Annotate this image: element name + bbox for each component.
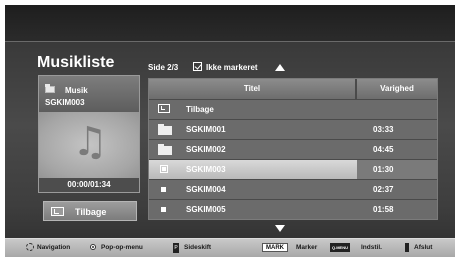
ok-button-icon bbox=[90, 244, 96, 250]
table-row[interactable]: SGKIM002 04:45 bbox=[149, 140, 437, 159]
top-divider bbox=[5, 41, 455, 42]
folder-label: Musik bbox=[65, 86, 88, 95]
file-icon bbox=[161, 207, 166, 212]
hint-settings: Indstil. bbox=[361, 244, 382, 251]
folder-icon bbox=[158, 144, 172, 155]
up-folder-icon bbox=[158, 104, 170, 113]
row-title: SGKIM002 bbox=[186, 145, 226, 154]
table-row[interactable]: SGKIM004 02:37 bbox=[149, 180, 437, 199]
scroll-down-icon[interactable] bbox=[275, 225, 285, 232]
hint-popup-menu: Pop-op-menu bbox=[101, 244, 143, 251]
mark-key-icon: MARK bbox=[262, 243, 288, 252]
table-row-back[interactable]: Tilbage bbox=[149, 100, 437, 119]
row-title: SGKIM003 bbox=[186, 165, 226, 174]
table-row-selected[interactable]: SGKIM003 01:30 bbox=[149, 160, 437, 179]
row-title-cell: SGKIM002 bbox=[149, 140, 355, 159]
now-playing-header: Musik SGKIM003 bbox=[39, 76, 139, 112]
screen: Musikliste Musik SGKIM003 ♫ 00:00/01:34 … bbox=[5, 5, 455, 257]
hint-navigation: Navigation bbox=[37, 244, 71, 251]
table-row[interactable]: SGKIM001 03:33 bbox=[149, 120, 437, 139]
qmenu-key-icon: Q.MENU bbox=[330, 243, 350, 252]
row-duration: 04:45 bbox=[373, 145, 394, 154]
row-title-cell: SGKIM003 bbox=[149, 160, 355, 179]
page-key-icon: P bbox=[173, 243, 179, 253]
playback-time: 00:00/01:34 bbox=[39, 178, 139, 192]
column-header-duration: Varighed bbox=[357, 79, 437, 99]
album-art: ♫ bbox=[39, 112, 139, 178]
row-title: SGKIM004 bbox=[186, 185, 226, 194]
now-playing-panel: Musik SGKIM003 ♫ 00:00/01:34 bbox=[38, 75, 140, 193]
exit-key-icon bbox=[405, 243, 409, 252]
folder-icon bbox=[158, 124, 172, 135]
back-button-label: Tilbage bbox=[75, 207, 107, 217]
row-duration: 02:37 bbox=[373, 185, 394, 194]
top-band bbox=[5, 5, 455, 41]
row-title: Tilbage bbox=[186, 105, 214, 114]
music-note-icon: ♫ bbox=[72, 119, 108, 165]
row-title-cell: SGKIM004 bbox=[149, 180, 355, 199]
file-table: Titel Varighed Tilbage SGKIM001 03:33 SG… bbox=[148, 78, 438, 220]
row-title-cell: Tilbage bbox=[149, 100, 355, 119]
scroll-up-icon[interactable] bbox=[275, 64, 285, 71]
track-name: SGKIM003 bbox=[45, 98, 85, 107]
checkbox-icon[interactable] bbox=[193, 62, 202, 71]
page-title: Musikliste bbox=[37, 54, 115, 71]
row-duration: 01:30 bbox=[357, 160, 437, 179]
page-indicator: Side 2/3 bbox=[148, 63, 179, 72]
back-button[interactable]: Tilbage bbox=[43, 201, 137, 221]
back-icon bbox=[51, 207, 64, 216]
help-bar: Navigation Pop-op-menu P Sideskift MARK … bbox=[5, 238, 455, 257]
row-duration: 03:33 bbox=[373, 125, 394, 134]
row-duration bbox=[357, 100, 437, 119]
hint-page-switch: Sideskift bbox=[184, 244, 212, 251]
row-title: SGKIM001 bbox=[186, 125, 226, 134]
hint-exit: Afslut bbox=[414, 244, 433, 251]
table-row[interactable]: SGKIM005 01:58 bbox=[149, 200, 437, 219]
file-icon bbox=[160, 165, 168, 173]
hint-mark: Marker bbox=[296, 244, 318, 251]
mark-status: Ikke markeret bbox=[206, 63, 258, 72]
row-title-cell: SGKIM001 bbox=[149, 120, 355, 139]
column-header-title: Titel bbox=[149, 79, 355, 99]
row-duration: 01:58 bbox=[373, 205, 394, 214]
file-icon bbox=[161, 187, 166, 192]
row-title-cell: SGKIM005 bbox=[149, 200, 355, 219]
row-title: SGKIM005 bbox=[186, 205, 226, 214]
navigation-icon bbox=[26, 243, 34, 251]
music-folder-icon bbox=[45, 84, 55, 93]
